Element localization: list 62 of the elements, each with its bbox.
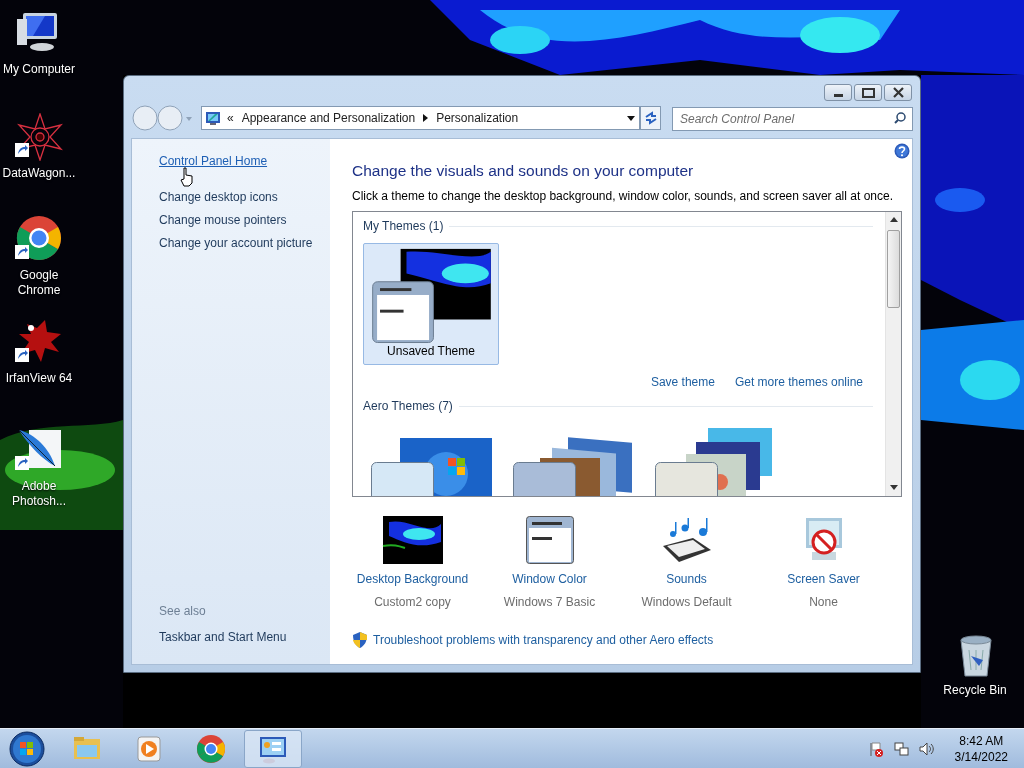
- star-icon[interactable]: [15, 113, 63, 161]
- see-also-heading: See also: [159, 603, 207, 620]
- minimize-button[interactable]: [824, 84, 852, 101]
- scroll-up-icon[interactable]: [889, 217, 898, 223]
- address-bar[interactable]: « Appearance and Personalization Personalization: [201, 106, 641, 130]
- breadcrumb-item[interactable]: Personalization: [436, 109, 519, 127]
- search-icon: [894, 112, 906, 124]
- scroll-down-icon[interactable]: [889, 485, 898, 491]
- desktop-icon-label[interactable]: Adobe Photosh...: [1, 479, 77, 509]
- maximize-button[interactable]: [854, 84, 882, 101]
- desktop-icon-label[interactable]: Google Chrome: [1, 268, 77, 298]
- setting-value: Windows Default: [641, 594, 732, 611]
- refresh-icon: [643, 111, 658, 125]
- maximize-icon: [861, 87, 875, 98]
- troubleshoot-link[interactable]: Troubleshoot problems with transparency and other Aero effects: [373, 631, 714, 649]
- setting-link[interactable]: Sounds: [666, 570, 707, 588]
- setting-link[interactable]: Window Color: [512, 570, 587, 588]
- close-button[interactable]: [884, 84, 912, 101]
- help-icon[interactable]: [894, 143, 910, 159]
- clock-date[interactable]: 3/14/2022: [954, 748, 1008, 765]
- scrollbar-thumb[interactable]: [887, 230, 900, 308]
- desktop-icon-label[interactable]: DataWagon...: [1, 166, 77, 181]
- instruction-text: Click a theme to change the desktop background, window color, sounds, and screen saver all at once.: [352, 188, 894, 205]
- theme-link[interactable]: Save theme: [650, 373, 715, 391]
- page-heading: Change the visuals and sounds on your computer: [352, 161, 695, 181]
- close-icon: [892, 87, 904, 98]
- setting-value: Windows 7 Basic: [503, 594, 596, 611]
- theme-tile[interactable]: Unsaved Theme: [363, 243, 499, 365]
- setting-value: None: [809, 594, 838, 611]
- sidebar-link[interactable]: Change mouse pointers: [159, 213, 287, 228]
- section-heading: My Themes (1): [363, 218, 444, 235]
- flag-alert-icon[interactable]: [867, 740, 885, 757]
- hand-cursor-icon: [180, 167, 194, 187]
- desktop-icon-label[interactable]: Recycle Bin: [937, 683, 1013, 698]
- sidebar-link[interactable]: Taskbar and Start Menu: [159, 628, 287, 646]
- scrollbar[interactable]: [885, 212, 901, 496]
- setting-link[interactable]: Screen Saver: [787, 570, 860, 588]
- taskbar-button[interactable]: [244, 729, 302, 768]
- section-heading: Aero Themes (7): [363, 398, 453, 415]
- overflow-chevron[interactable]: «: [227, 109, 234, 127]
- control-panel-icon: [205, 110, 221, 126]
- theme-name: Unsaved Theme: [387, 343, 475, 360]
- sidebar-link[interactable]: Change desktop icons: [159, 190, 278, 205]
- theme-link[interactable]: Get more themes online: [734, 373, 863, 391]
- volume-icon[interactable]: [917, 740, 935, 757]
- refresh-button[interactable]: [640, 106, 661, 130]
- minimize-icon: [833, 94, 843, 97]
- sidebar-link[interactable]: Change your account picture: [159, 236, 313, 251]
- network-icon[interactable]: [892, 740, 910, 757]
- clock-time[interactable]: 8:42 AM: [959, 732, 1004, 749]
- desktop-icon-label[interactable]: IrfanView 64: [1, 371, 77, 386]
- breadcrumb-arrow-icon: [423, 114, 429, 122]
- chrome-icon: [195, 732, 227, 765]
- shield-icon: [352, 632, 368, 648]
- chrome-icon[interactable]: [15, 215, 63, 263]
- dropdown-arrow-icon[interactable]: [627, 115, 636, 121]
- search-field[interactable]: Search Control Panel: [672, 107, 913, 131]
- breadcrumb-item[interactable]: Appearance and Personalization: [241, 109, 416, 127]
- setting-value: Custom2 copy: [374, 594, 451, 611]
- sidebar-link[interactable]: Control Panel Home: [159, 154, 268, 169]
- setting-link[interactable]: Desktop Background: [356, 570, 469, 588]
- start-button[interactable]: [8, 729, 46, 768]
